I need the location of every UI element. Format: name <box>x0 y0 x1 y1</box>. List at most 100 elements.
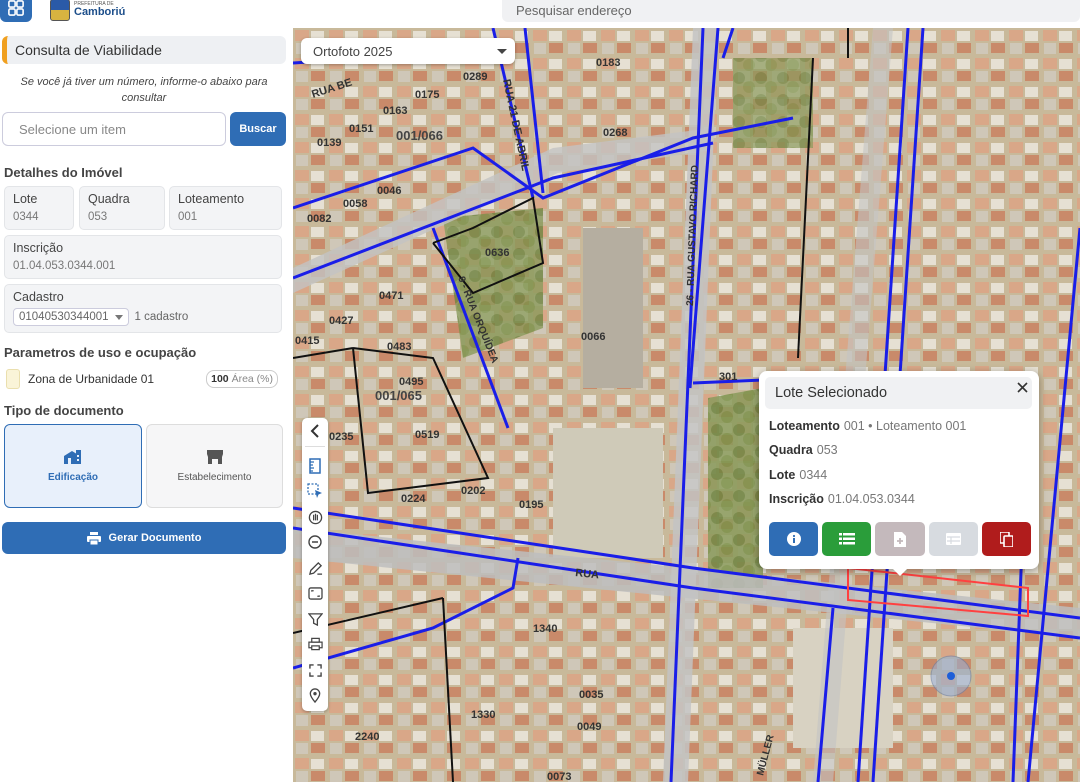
map-label: 0163 <box>383 105 407 117</box>
chevron-left-icon <box>310 424 319 438</box>
lote-value: 0344 <box>13 211 39 223</box>
collapse-panel-button[interactable] <box>305 421 325 441</box>
area-value: 100 <box>211 373 229 385</box>
list-button[interactable] <box>822 522 872 556</box>
filter-tool-button[interactable] <box>305 609 325 629</box>
zoom-out-icon <box>308 535 322 549</box>
zona-label: Zona de Urbanidade 01 <box>28 372 155 386</box>
layer-select[interactable]: Ortofoto 2025 <box>301 38 515 64</box>
panel-hint: Se você já tiver um número, informe-o ab… <box>20 76 268 104</box>
filter-icon <box>307 612 323 626</box>
doc-type-estabelecimento-label: Estabelecimento <box>177 472 252 483</box>
city-logo: PREFEITURA DE Camboriú <box>50 0 125 23</box>
popup-row-value: 01.04.053.0344 <box>827 492 915 506</box>
info-button[interactable] <box>769 522 819 556</box>
location-pin-icon <box>309 687 321 703</box>
popup-row-lote: Lote 0344 <box>769 468 827 482</box>
edit-icon <box>308 561 322 575</box>
map-label: 0183 <box>596 57 620 69</box>
map-label: 0195 <box>519 499 543 511</box>
chevron-down-icon <box>114 314 123 320</box>
quadra-field: Quadra 053 <box>79 186 165 230</box>
panel-title: Consulta de Viabilidade <box>2 36 286 64</box>
table-icon <box>945 533 961 545</box>
frame-icon <box>307 586 323 600</box>
loteamento-field: Loteamento 001 <box>169 186 282 230</box>
map-label: 0066 <box>581 331 605 343</box>
map-label: 0049 <box>577 721 601 733</box>
popup-row-inscricao: Inscrição 01.04.053.0344 <box>769 492 915 506</box>
select-area-icon <box>307 483 322 498</box>
address-search-input[interactable]: Pesquisar endereço <box>502 0 1080 22</box>
my-location-button[interactable] <box>305 685 325 705</box>
city-seal-icon <box>50 0 70 21</box>
map-label: RUA <box>575 567 600 581</box>
doc-type-estabelecimento[interactable]: Estabelecimento <box>146 424 283 508</box>
usage-params-title: Parametros de uso e ocupação <box>4 345 197 360</box>
quadra-label: Quadra <box>88 192 130 206</box>
list-icon <box>838 533 855 545</box>
map-label: 0224 <box>401 493 426 505</box>
frame-tool-button[interactable] <box>305 583 325 603</box>
pan-icon <box>308 510 322 524</box>
popup-row-key: Lote <box>769 468 796 482</box>
inscricao-label: Inscrição <box>13 241 64 255</box>
map-label: 0268 <box>603 127 627 139</box>
map-label: 0202 <box>461 485 485 497</box>
map-label: 0471 <box>379 290 403 302</box>
popup-pointer <box>891 567 909 576</box>
document-add-icon <box>894 531 906 547</box>
select-area-button[interactable] <box>305 481 325 501</box>
copy-button[interactable] <box>981 522 1032 556</box>
popup-row-key: Loteamento <box>769 419 840 433</box>
map-label: 0151 <box>349 123 373 135</box>
popup-row-value: 0344 <box>799 468 828 482</box>
fullscreen-icon <box>308 663 322 677</box>
cadastro-label: Cadastro <box>13 290 64 304</box>
doc-type-edificacao-label: Edificação <box>47 472 99 483</box>
map-label: 0427 <box>329 315 353 327</box>
table-button[interactable] <box>928 522 978 556</box>
item-select-input[interactable]: Selecione um item <box>2 112 226 146</box>
generate-document-button[interactable]: Gerar Documento <box>2 522 286 554</box>
close-icon <box>1016 381 1028 393</box>
loteamento-label: Loteamento <box>178 192 245 206</box>
store-icon <box>206 450 223 464</box>
map-toolbar <box>302 418 328 711</box>
zoom-out-button[interactable] <box>305 532 325 552</box>
zona-color-swatch <box>6 369 20 389</box>
measure-tool-button[interactable] <box>305 456 325 476</box>
popup-row-loteamento: Loteamento 001 • Loteamento 001 <box>769 419 966 433</box>
cadastro-select[interactable]: 01040530344001 <box>13 308 129 326</box>
map-label: 0636 <box>485 247 509 259</box>
search-button[interactable]: Buscar <box>230 112 286 146</box>
print-map-button[interactable] <box>305 634 325 654</box>
top-bar: PREFEITURA DE Camboriú Pesquisar endereç… <box>0 0 1080 28</box>
popup-close-button[interactable] <box>1013 377 1031 397</box>
inscricao-field: Inscrição 01.04.053.0344.001 <box>4 235 282 279</box>
map-label: 0415 <box>295 335 319 347</box>
cadastro-field: Cadastro 01040530344001 1 cadastro <box>4 284 282 333</box>
map-label: 301 <box>719 371 737 383</box>
map-label: 0175 <box>415 89 439 101</box>
document-type-title: Tipo de documento <box>4 403 124 418</box>
popup-header: Lote Selecionado <box>765 377 1032 409</box>
map-label: 0073 <box>547 771 571 782</box>
building-icon <box>64 450 81 464</box>
lote-label: Lote <box>13 192 38 206</box>
map-view[interactable]: RUA BE 0289 RUA 21 DE ABRIL 0183 0175 01… <box>293 28 1080 782</box>
cadastro-selected-value: 01040530344001 <box>19 311 109 323</box>
fullscreen-button[interactable] <box>305 660 325 680</box>
area-badge: 100 Área (%) <box>206 370 278 388</box>
popup-row-value: 001 • Loteamento 001 <box>843 419 967 433</box>
layer-select-value: Ortofoto 2025 <box>313 44 393 59</box>
grid-icon <box>8 0 24 16</box>
zona-row: Zona de Urbanidade 01 100 Área (%) <box>6 368 278 390</box>
popup-row-key: Quadra <box>769 443 813 457</box>
doc-type-edificacao[interactable]: Edificação <box>4 424 142 508</box>
pan-tool-button[interactable] <box>305 507 325 527</box>
edit-tool-button[interactable] <box>305 558 325 578</box>
apps-menu-button[interactable] <box>0 0 32 22</box>
selected-lot-popup: Lote Selecionado Loteamento 001 • Loteame… <box>759 371 1039 576</box>
add-document-button[interactable] <box>875 522 925 556</box>
